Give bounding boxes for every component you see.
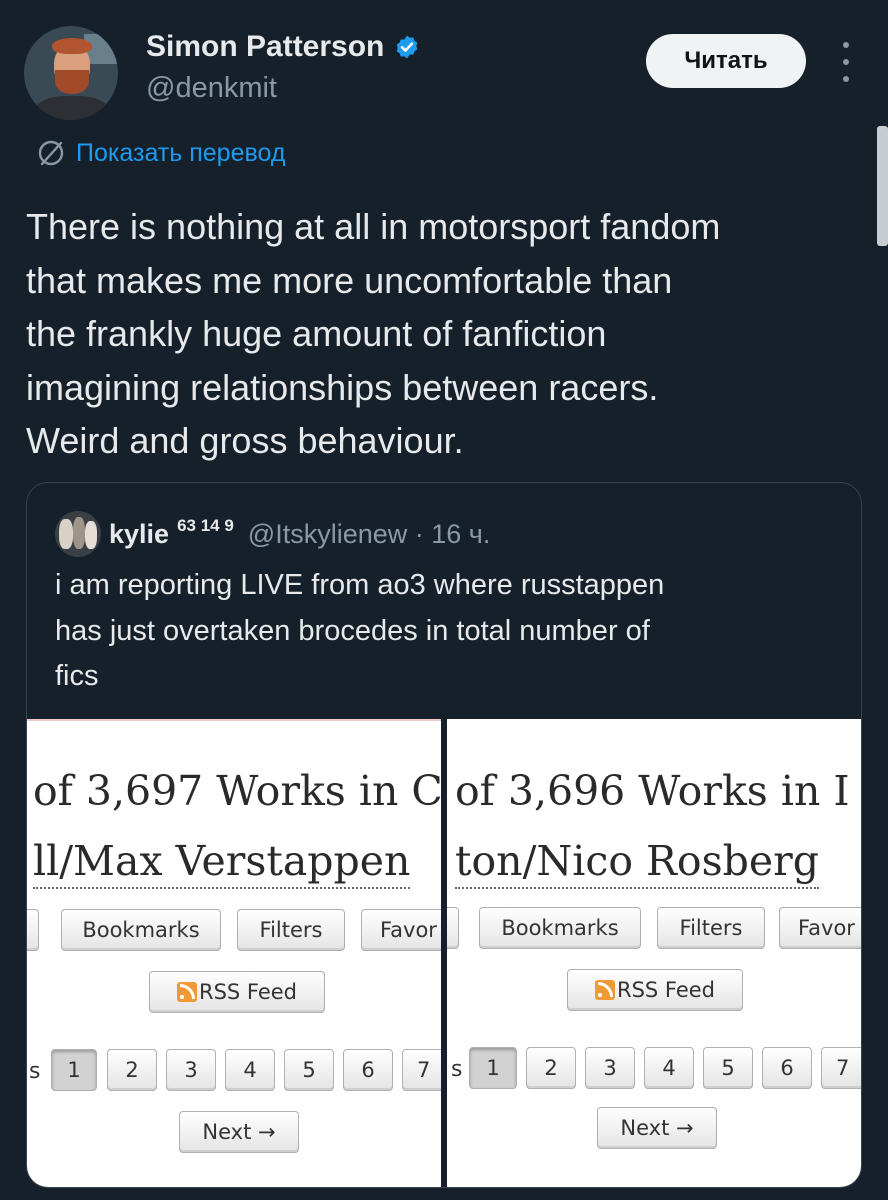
ao3-ship-heading: ll/Max Verstappen xyxy=(33,837,411,889)
ao3-bookmarks-button: Bookmarks xyxy=(479,907,641,949)
ao3-next-button: Next → xyxy=(179,1111,299,1153)
ao3-page-button: 1 xyxy=(51,1049,97,1091)
ao3-page-button: 4 xyxy=(644,1047,694,1089)
ao3-favorite-button: Favor xyxy=(361,909,441,951)
ao3-page-button: 7 xyxy=(821,1047,861,1089)
ao3-works-count-heading: of 3,697 Works in C xyxy=(33,767,441,815)
ao3-filters-button: Filters xyxy=(657,907,765,949)
attached-image-left[interactable]: of 3,697 Works in C ll/Max Verstappen Bo… xyxy=(27,719,441,1187)
ao3-partial-button xyxy=(447,907,459,949)
ao3-page-button: 5 xyxy=(703,1047,753,1089)
ao3-page-button: 1 xyxy=(469,1047,517,1089)
ao3-filters-button: Filters xyxy=(237,909,345,951)
rss-icon xyxy=(176,982,197,1002)
ao3-rss-feed-button: RSS Feed xyxy=(567,969,743,1011)
tweet-text-line: imagining relationships between racers. xyxy=(26,366,659,408)
ao3-page-button: 3 xyxy=(166,1049,216,1091)
ao3-page-button: 3 xyxy=(585,1047,635,1089)
tweet-text: There is nothing at all in motorsport fa… xyxy=(26,200,866,468)
ao3-page-button: 2 xyxy=(107,1049,157,1091)
quoted-text-line: has just overtaken brocedes in total num… xyxy=(55,614,650,647)
ao3-works-count-heading: of 3,696 Works in I xyxy=(455,767,850,815)
tweet-text-line: the frankly huge amount of fanfiction xyxy=(26,313,607,354)
ao3-rss-feed-button: RSS Feed xyxy=(149,971,325,1013)
more-options-icon[interactable] xyxy=(836,42,856,82)
author-display-name[interactable]: Simon Patterson xyxy=(146,30,384,64)
author-name-row[interactable]: Simon Patterson xyxy=(146,30,420,64)
ao3-pages-prefix: s xyxy=(29,1059,41,1084)
quoted-tweet-card[interactable]: kylie 63 14 9 @Itskylienew · 16 ч. i am … xyxy=(26,482,862,1188)
ao3-page-button: 6 xyxy=(343,1049,393,1091)
quoted-tweet-header[interactable]: kylie 63 14 9 @Itskylienew · 16 ч. xyxy=(55,511,490,557)
ao3-bookmarks-button: Bookmarks xyxy=(61,909,221,951)
translate-globe-icon xyxy=(38,140,64,166)
ao3-page-button: 7 xyxy=(402,1049,441,1091)
show-translation-link[interactable]: Показать перевод xyxy=(36,138,285,168)
quoted-author-avatar[interactable] xyxy=(55,511,101,557)
quoted-text-line: fics xyxy=(55,660,99,692)
ao3-page-button: 6 xyxy=(762,1047,812,1089)
ao3-page-button: 5 xyxy=(284,1049,334,1091)
ao3-ship-heading: ton/Nico Rosberg xyxy=(455,837,819,889)
quoted-text-line: i am reporting LIVE from ao3 where russt… xyxy=(55,569,665,601)
tweet-page: Simon Patterson @denkmit Читать Показать… xyxy=(0,0,888,1200)
ao3-rss-label: RSS Feed xyxy=(198,980,298,1004)
author-avatar[interactable] xyxy=(24,26,118,120)
ao3-favorite-button: Favor xyxy=(779,907,861,949)
attached-image-right[interactable]: of 3,696 Works in I ton/Nico Rosberg Boo… xyxy=(447,719,861,1187)
author-handle[interactable]: @denkmit xyxy=(146,72,277,105)
quoted-author-name-suffix: 63 14 9 xyxy=(177,516,234,535)
quoted-author-name[interactable]: kylie xyxy=(109,519,169,550)
tweet-text-line: Weird and gross behaviour. xyxy=(26,420,464,461)
ao3-pages-prefix: s xyxy=(451,1057,463,1082)
ao3-next-button: Next → xyxy=(597,1107,717,1149)
follow-button[interactable]: Читать xyxy=(646,34,806,88)
rss-icon xyxy=(594,980,615,1000)
tweet-text-line: that makes me more uncomfortable than xyxy=(26,259,673,301)
show-translation-label[interactable]: Показать перевод xyxy=(76,139,285,168)
verified-badge-icon xyxy=(397,35,418,59)
ao3-page-button: 4 xyxy=(225,1049,275,1091)
ao3-partial-button xyxy=(27,909,39,951)
tweet-text-line: There is nothing at all in motorsport fa… xyxy=(26,206,721,247)
quoted-author-handle-time[interactable]: @Itskylienew · 16 ч. xyxy=(248,519,491,550)
quoted-tweet-text: i am reporting LIVE from ao3 where russt… xyxy=(55,563,835,700)
ao3-rss-label: RSS Feed xyxy=(616,978,716,1002)
ao3-page-button: 2 xyxy=(526,1047,576,1089)
scrollbar-thumb[interactable] xyxy=(877,126,888,246)
